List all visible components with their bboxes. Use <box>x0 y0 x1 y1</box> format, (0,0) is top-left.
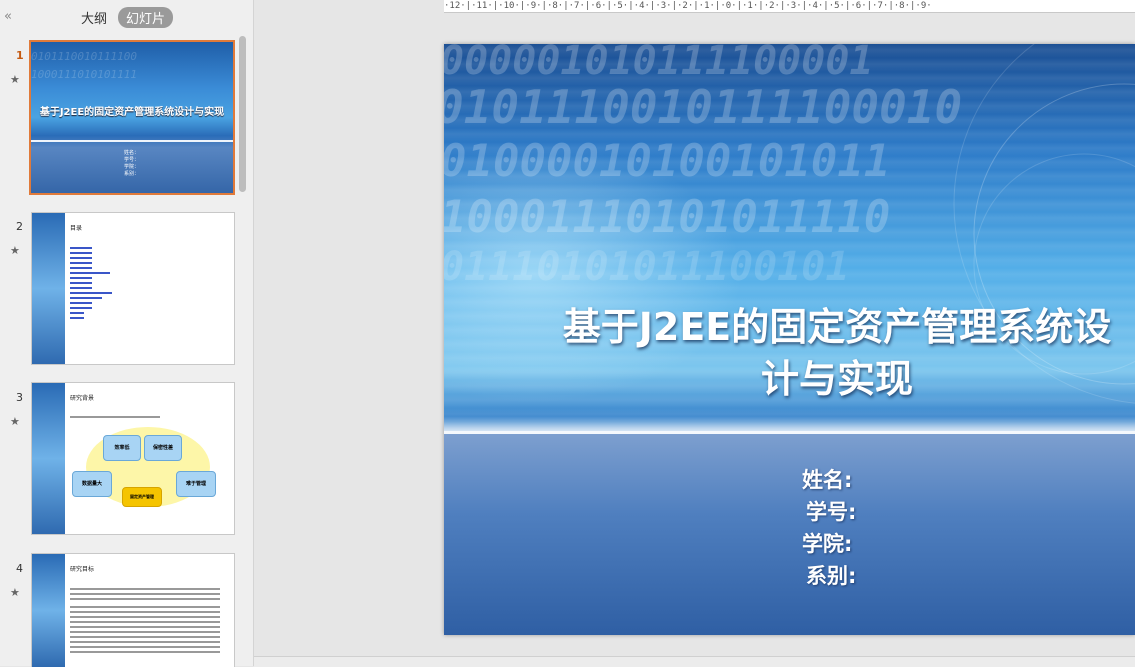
toc-line <box>70 267 92 269</box>
slide-number: 2 <box>16 220 23 233</box>
thumb-box: 效率低 <box>103 435 141 461</box>
thumb-text-line <box>70 651 220 653</box>
thumb-text-line <box>70 621 220 623</box>
thumb-box: 数据量大 <box>72 471 112 497</box>
thumb-text-line <box>70 641 220 643</box>
slide-number: 4 <box>16 562 23 575</box>
thumb-separator <box>31 140 233 142</box>
tab-slides[interactable]: 幻灯片 <box>118 7 174 28</box>
toc-line <box>70 252 92 254</box>
field-student-id[interactable]: 学号: <box>806 496 856 526</box>
thumb-digits: 0101110010111100 <box>31 50 137 63</box>
panel-scrollbar[interactable] <box>239 36 246 192</box>
thumb-strip <box>32 383 65 534</box>
collapse-panel-icon[interactable]: « <box>4 9 12 24</box>
horizontal-ruler[interactable]: ·12·|·11·|·10·|·9·|·8·|·7·|·6·|·5·|·4·|·… <box>444 0 1135 13</box>
tab-outline[interactable]: 大纲 <box>81 8 107 27</box>
thumb-text-line <box>70 606 220 608</box>
field-department[interactable]: 系别: <box>806 560 856 590</box>
thumb-field: 系别： <box>124 171 140 177</box>
thumb-text-line <box>70 588 220 590</box>
thumb-fields: 姓名： 学号： 学院： 系别： <box>124 150 139 178</box>
thumb-text-line <box>70 598 220 600</box>
thumb-text-line <box>70 636 220 638</box>
thumb-box: 保密性差 <box>144 435 182 461</box>
status-bar <box>254 656 1135 667</box>
slide-panel: « 大纲 幻灯片 1 ★ 0101110010111100 1000111010… <box>0 0 254 667</box>
thumb-title: 目录 <box>70 225 83 232</box>
toc-line <box>70 312 84 314</box>
thumb-text-line <box>70 631 220 633</box>
thumb-field: 学院： <box>124 164 140 170</box>
thumb-digits: 1000111010101111 <box>31 68 137 81</box>
toc-line <box>70 307 92 309</box>
toc-line <box>70 272 110 274</box>
thumb-field: 姓名： <box>124 150 140 156</box>
slide-thumbnail-2[interactable]: 目录 <box>31 212 235 365</box>
thumb-text-line <box>70 416 160 418</box>
thumb-title: 研究目标 <box>70 566 95 573</box>
toc-line <box>70 277 92 279</box>
thumb-strip <box>32 213 65 364</box>
thumb-text-line <box>70 626 220 628</box>
toc-line <box>70 292 112 294</box>
slide-thumbnail-4[interactable]: 研究目标 <box>31 553 235 667</box>
slide-number: 1 <box>16 49 24 62</box>
toc-line <box>70 262 92 264</box>
thumb-title: 基于J2EE的固定资产管理系统设计与实现 <box>39 107 225 118</box>
thumb-strip <box>32 554 65 667</box>
toc-line <box>70 257 92 259</box>
toc-line <box>70 287 92 289</box>
star-icon[interactable]: ★ <box>10 73 20 86</box>
thumb-field: 学号： <box>124 157 140 163</box>
slide-title-line1[interactable]: 基于J2EE的固定资产管理系统设 <box>444 302 1135 352</box>
star-icon[interactable]: ★ <box>10 244 20 257</box>
toc-line <box>70 302 92 304</box>
star-icon[interactable]: ★ <box>10 586 20 599</box>
slide-thumbnail-1[interactable]: 0101110010111100 1000111010101111 基于J2EE… <box>29 40 235 195</box>
star-icon[interactable]: ★ <box>10 415 20 428</box>
thumb-text-line <box>70 616 220 618</box>
toc-line <box>70 247 92 249</box>
thumb-box: 固定资产管理 <box>122 487 162 507</box>
slide-thumbnail-3[interactable]: 研究背景 效率低 保密性差 数据量大 难于管理 固定资产管理 <box>31 382 235 535</box>
toc-line <box>70 282 92 284</box>
thumb-text-line <box>70 611 220 613</box>
thumb-title: 研究背景 <box>70 395 95 402</box>
thumb-text-line <box>70 593 220 595</box>
thumb-text-line <box>70 646 220 648</box>
slide-number: 3 <box>16 391 23 404</box>
ruler-ticks: ·12·|·11·|·10·|·9·|·8·|·7·|·6·|·5·|·4·|·… <box>444 1 932 11</box>
field-name[interactable]: 姓名: <box>802 464 852 494</box>
slide-title-line2[interactable]: 计与实现 <box>444 354 1135 404</box>
toc-line <box>70 317 84 319</box>
toc-line <box>70 297 102 299</box>
field-college[interactable]: 学院: <box>802 528 852 558</box>
slide-text-layer: 基于J2EE的固定资产管理系统设 计与实现 姓名: 学号: 学院: 系别: <box>444 44 1135 635</box>
thumb-box: 难于管理 <box>176 471 216 497</box>
